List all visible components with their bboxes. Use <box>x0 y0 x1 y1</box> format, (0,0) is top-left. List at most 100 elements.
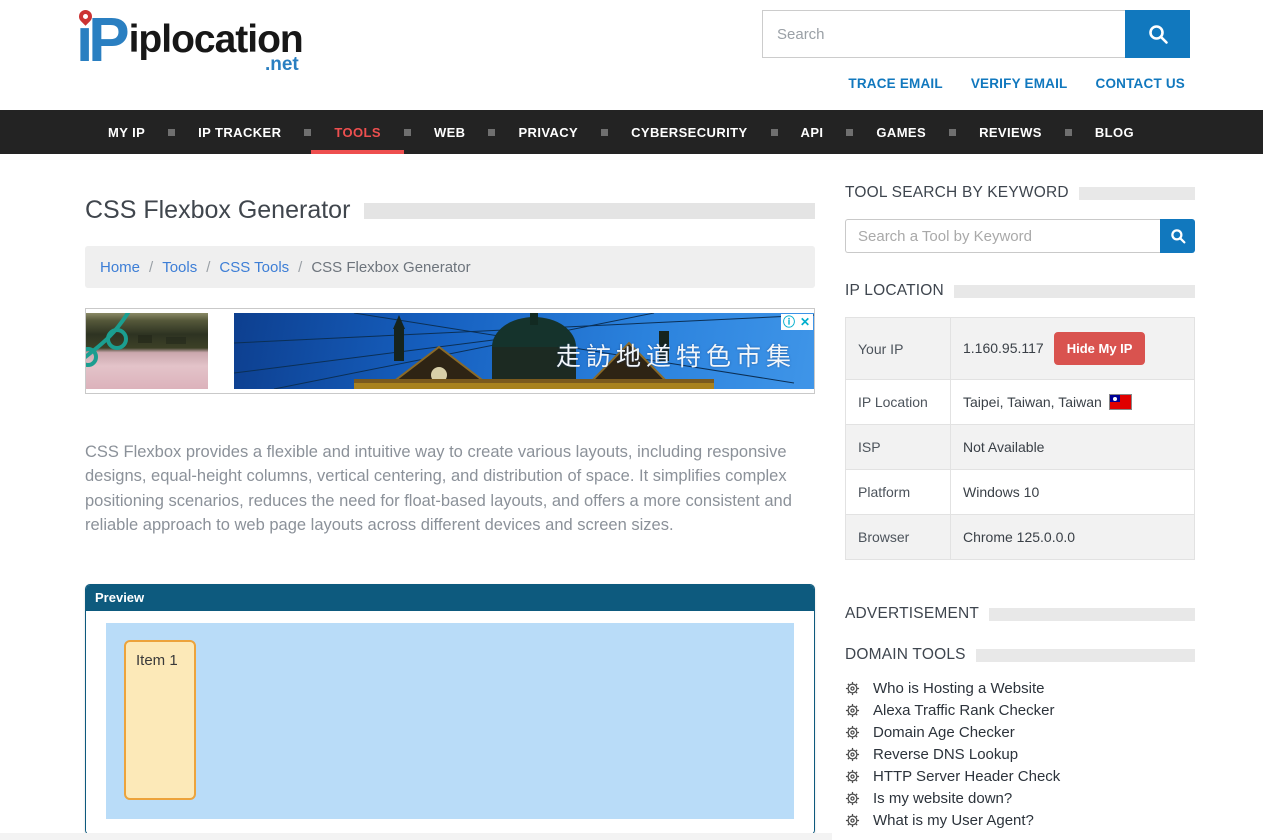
isp-value: Not Available <box>951 425 1195 470</box>
nav-item-web[interactable]: WEB <box>411 110 489 154</box>
nav-label: IP TRACKER <box>198 125 281 140</box>
domain-tools-list: Who is Hosting a Website Alexa Traffic R… <box>845 677 1195 831</box>
gear-icon <box>845 703 860 718</box>
nav-item-tools[interactable]: TOOLS <box>311 110 404 154</box>
ad-main-image: 走訪地道特色市集 ⓘ ✕ <box>234 313 814 389</box>
nav-item-my-ip[interactable]: MY IP <box>85 110 168 154</box>
nav-separator <box>304 129 311 136</box>
list-item[interactable]: Reverse DNS Lookup <box>845 743 1195 765</box>
heading-bar <box>976 649 1195 662</box>
verify-email-link[interactable]: VERIFY EMAIL <box>971 76 1068 91</box>
trace-email-link[interactable]: TRACE EMAIL <box>848 76 942 91</box>
breadcrumb: Home / Tools / CSS Tools / CSS Flexbox G… <box>85 246 815 288</box>
next-section-edge <box>0 833 832 840</box>
header-search <box>762 10 1190 58</box>
sidebar: TOOL SEARCH BY KEYWORD IP LOCATION Your … <box>845 184 1195 831</box>
search-icon <box>1146 22 1170 46</box>
site-logo[interactable]: ıP iplocation .net <box>76 6 303 76</box>
nav-separator <box>168 129 175 136</box>
tool-link: HTTP Server Header Check <box>873 768 1060 785</box>
nav-separator <box>1065 129 1072 136</box>
nav-label: WEB <box>434 125 466 140</box>
advertisement-heading: ADVERTISEMENT <box>845 605 1195 623</box>
tool-link: Alexa Traffic Rank Checker <box>873 702 1054 719</box>
gear-icon <box>845 747 860 762</box>
ip-info-table: Your IP 1.160.95.117Hide My IP IP Locati… <box>845 317 1195 560</box>
domain-tools-heading: DOMAIN TOOLS <box>845 646 1195 664</box>
heading-text: TOOL SEARCH BY KEYWORD <box>845 184 1069 202</box>
taiwan-flag-icon <box>1110 395 1131 409</box>
list-item[interactable]: What is my User Agent? <box>845 809 1195 831</box>
table-row: Your IP 1.160.95.117Hide My IP <box>846 318 1195 380</box>
breadcrumb-link-css-tools[interactable]: CSS Tools <box>219 259 289 276</box>
nav-item-privacy[interactable]: PRIVACY <box>495 110 601 154</box>
tool-search-heading: TOOL SEARCH BY KEYWORD <box>845 184 1195 202</box>
heading-bar <box>989 608 1195 621</box>
flex-item-1[interactable]: Item 1 <box>124 640 196 800</box>
ad-info-icon[interactable]: ⓘ <box>781 314 797 330</box>
nav-item-reviews[interactable]: REVIEWS <box>956 110 1065 154</box>
nav-label: TOOLS <box>334 125 381 140</box>
browser-value: Chrome 125.0.0.0 <box>951 515 1195 560</box>
header-search-input[interactable] <box>762 10 1125 58</box>
main-nav: MY IP IP TRACKER TOOLS WEB PRIVACY CYBER… <box>0 110 1263 154</box>
contact-us-link[interactable]: CONTACT US <box>1096 76 1186 91</box>
logo-mark: ıP <box>76 6 125 76</box>
row-label: Your IP <box>846 318 951 380</box>
active-tab-underline <box>311 150 404 154</box>
heading-bar <box>1079 187 1195 200</box>
search-icon <box>1169 227 1187 245</box>
title-decoration-bar <box>364 203 815 219</box>
hide-my-ip-button[interactable]: Hide My IP <box>1054 332 1146 365</box>
ad-caption: 走訪地道特色市集 <box>556 337 796 373</box>
flex-item-label: Item 1 <box>136 652 178 669</box>
tool-search-button[interactable] <box>1160 219 1195 253</box>
nav-item-blog[interactable]: BLOG <box>1072 110 1157 154</box>
nav-label: MY IP <box>108 125 145 140</box>
heading-text: IP LOCATION <box>845 282 944 300</box>
gear-icon <box>845 813 860 828</box>
nav-label: BLOG <box>1095 125 1134 140</box>
table-row: Browser Chrome 125.0.0.0 <box>846 515 1195 560</box>
ip-location-value: Taipei, Taiwan, Taiwan <box>963 394 1102 410</box>
nav-item-cybersecurity[interactable]: CYBERSECURITY <box>608 110 770 154</box>
list-item[interactable]: Domain Age Checker <box>845 721 1195 743</box>
nav-separator <box>404 129 411 136</box>
nav-label: REVIEWS <box>979 125 1042 140</box>
header-search-button[interactable] <box>1125 10 1190 58</box>
breadcrumb-link-tools[interactable]: Tools <box>162 259 197 276</box>
tool-link: Who is Hosting a Website <box>873 680 1044 697</box>
list-item[interactable]: Alexa Traffic Rank Checker <box>845 699 1195 721</box>
gear-icon <box>845 791 860 806</box>
row-label: Browser <box>846 515 951 560</box>
nav-separator <box>846 129 853 136</box>
list-item[interactable]: HTTP Server Header Check <box>845 765 1195 787</box>
heading-text: DOMAIN TOOLS <box>845 646 966 664</box>
breadcrumb-link-home[interactable]: Home <box>100 259 140 276</box>
preview-panel: Preview Item 1 <box>85 584 815 835</box>
gear-icon <box>845 769 860 784</box>
main-content: CSS Flexbox Generator Home / Tools / CSS… <box>85 196 815 835</box>
gear-icon <box>845 725 860 740</box>
nav-separator <box>949 129 956 136</box>
ad-close-icon[interactable]: ✕ <box>797 314 813 330</box>
preview-panel-body: Item 1 <box>86 611 814 834</box>
tool-link: Reverse DNS Lookup <box>873 746 1018 763</box>
heading-bar <box>954 285 1195 298</box>
row-label: IP Location <box>846 380 951 425</box>
nav-item-games[interactable]: GAMES <box>853 110 949 154</box>
breadcrumb-separator: / <box>149 259 153 276</box>
nav-item-ip-tracker[interactable]: IP TRACKER <box>175 110 304 154</box>
list-item[interactable]: Is my website down? <box>845 787 1195 809</box>
nav-label: PRIVACY <box>518 125 578 140</box>
list-item[interactable]: Who is Hosting a Website <box>845 677 1195 699</box>
nav-label: GAMES <box>876 125 926 140</box>
tool-search-input[interactable] <box>845 219 1160 253</box>
nav-item-api[interactable]: API <box>778 110 847 154</box>
ad-banner[interactable]: 走訪地道特色市集 ⓘ ✕ <box>85 308 815 394</box>
nav-separator <box>771 129 778 136</box>
platform-value: Windows 10 <box>951 470 1195 515</box>
ip-location-heading: IP LOCATION <box>845 282 1195 300</box>
breadcrumb-separator: / <box>298 259 302 276</box>
tool-link: Domain Age Checker <box>873 724 1015 741</box>
